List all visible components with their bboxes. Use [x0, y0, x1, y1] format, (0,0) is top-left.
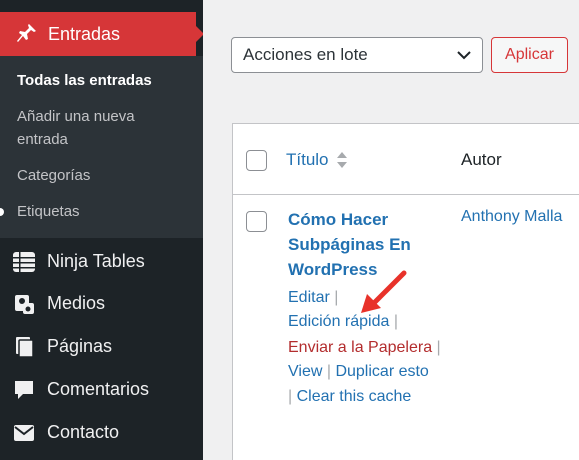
- trash-link[interactable]: Enviar a la Papelera: [288, 339, 432, 356]
- duplicate-link[interactable]: Duplicar esto: [335, 363, 428, 380]
- table-icon: [12, 250, 36, 274]
- menu-label: Comentarios: [47, 379, 150, 399]
- post-title-line: Cómo Hacer: [288, 210, 389, 229]
- annotation-arrow-icon: [361, 270, 407, 313]
- menu-label: Ninja Tables: [47, 251, 145, 271]
- row-actions-line-5: | Clear this cache: [288, 385, 411, 409]
- submenu-item-categorias[interactable]: Categorías: [17, 164, 90, 188]
- separator: |: [436, 339, 441, 356]
- menu-item-paginas[interactable]: Páginas: [0, 325, 203, 368]
- submenu-item-etiquetas[interactable]: Etiquetas: [17, 200, 80, 224]
- menu-item-ninja-tables[interactable]: Ninja Tables: [0, 240, 203, 283]
- sort-icon[interactable]: [336, 151, 348, 169]
- column-title-header[interactable]: Título: [286, 150, 329, 170]
- chevron-down-icon: [456, 47, 472, 63]
- menu-item-medios[interactable]: Medios: [0, 282, 203, 325]
- pushpin-icon: [14, 22, 38, 46]
- select-all-checkbox[interactable]: [246, 150, 267, 171]
- pages-icon: [12, 335, 36, 359]
- mail-icon: [12, 421, 36, 445]
- separator: |: [334, 289, 339, 306]
- separator: |: [326, 363, 331, 380]
- admin-sidebar: Entradas Todas las entradas Añadir una n…: [0, 0, 204, 460]
- menu-item-comentarios[interactable]: Comentarios: [0, 368, 203, 411]
- hover-dot: [0, 208, 4, 216]
- edit-link[interactable]: Editar: [288, 289, 330, 306]
- menu-item-contacto[interactable]: Contacto: [0, 411, 203, 454]
- bulk-actions-select[interactable]: Acciones en lote: [231, 37, 483, 73]
- main-content: Acciones en lote Aplicar Título Autor Có…: [203, 0, 579, 460]
- menu-label: Páginas: [47, 336, 113, 356]
- submenu-item-anadir-line2[interactable]: entrada: [17, 128, 68, 152]
- row-actions-line-1: Editar |: [288, 286, 338, 310]
- row-actions-line-3: Enviar a la Papelera |: [288, 336, 441, 360]
- menu-label: Contacto: [47, 422, 120, 442]
- separator: |: [288, 388, 293, 405]
- menu-item-entradas[interactable]: Entradas: [0, 12, 204, 56]
- comment-icon: [12, 378, 36, 402]
- view-link[interactable]: View: [288, 363, 322, 380]
- submenu-item-anadir[interactable]: Añadir una nueva: [17, 105, 135, 129]
- submenu-item-todas[interactable]: Todas las entradas: [17, 69, 152, 93]
- apply-button[interactable]: Aplicar: [491, 37, 568, 73]
- author-link[interactable]: Anthony Malla: [461, 208, 562, 226]
- menu-label: Entradas: [48, 23, 121, 44]
- table-header: Título Autor: [233, 124, 579, 195]
- submenu-entradas: Todas las entradas Añadir una nueva entr…: [0, 56, 203, 238]
- clear-cache-link[interactable]: Clear this cache: [297, 388, 412, 405]
- bulk-actions-value: Acciones en lote: [243, 45, 368, 64]
- row-actions-line-4: View | Duplicar esto: [288, 360, 429, 384]
- menu-label: Medios: [47, 293, 106, 313]
- column-author-header: Autor: [461, 150, 502, 169]
- post-title-line: Subpáginas En: [288, 235, 411, 254]
- media-icon: [12, 292, 36, 316]
- row-checkbox[interactable]: [246, 211, 267, 232]
